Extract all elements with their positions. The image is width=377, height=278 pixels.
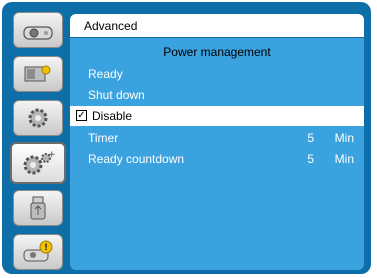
advanced-gears-icon: + — [23, 150, 56, 175]
menu-frame: + ! Advanced Power management Ready Shut… — [2, 2, 371, 274]
svg-text:!: ! — [44, 243, 48, 253]
menu-item-label: Timer — [88, 131, 119, 145]
timer-unit: Min — [334, 131, 354, 145]
sidebar: + ! — [8, 8, 66, 270]
menu-item-ready[interactable]: Ready — [70, 64, 364, 84]
sidebar-tab-usb[interactable] — [13, 190, 63, 226]
checkbox-icon[interactable]: ✓ — [76, 110, 87, 121]
sidebar-tab-display[interactable] — [13, 56, 63, 92]
info-icon: ! — [23, 240, 53, 262]
section-header-label: Power management — [163, 45, 271, 59]
sidebar-tab-info[interactable]: ! — [13, 234, 63, 270]
display-adjust-icon — [24, 65, 51, 82]
page-title: Advanced — [84, 19, 138, 33]
menu-item-label: Disable — [92, 109, 133, 123]
menu-item-label: Shut down — [88, 88, 145, 102]
menu-item-timer[interactable]: Timer 5 Min — [70, 128, 364, 148]
menu-item-shut-down[interactable]: Shut down — [70, 85, 364, 105]
settings-gear-icon — [28, 108, 48, 128]
usb-icon — [30, 196, 46, 220]
menu-item-label: Ready — [88, 67, 123, 81]
svg-text:+: + — [48, 150, 56, 160]
sidebar-tab-settings[interactable] — [13, 100, 63, 136]
menu-title-bar: Advanced — [70, 14, 364, 38]
menu-item-disable[interactable]: ✓ Disable — [70, 106, 364, 126]
section-header: Power management — [70, 42, 364, 62]
ready-countdown-value: 5 — [307, 152, 314, 166]
menu-item-ready-countdown[interactable]: Ready countdown 5 Min — [70, 149, 364, 169]
timer-value: 5 — [307, 131, 314, 145]
menu-item-label: Ready countdown — [88, 152, 185, 166]
projector-icon — [23, 26, 53, 40]
sidebar-tab-projector[interactable] — [13, 12, 63, 48]
ready-countdown-unit: Min — [334, 152, 354, 166]
sidebar-tab-advanced[interactable]: + — [10, 142, 66, 184]
menu-content: Advanced Power management Ready Shut dow… — [70, 14, 364, 270]
